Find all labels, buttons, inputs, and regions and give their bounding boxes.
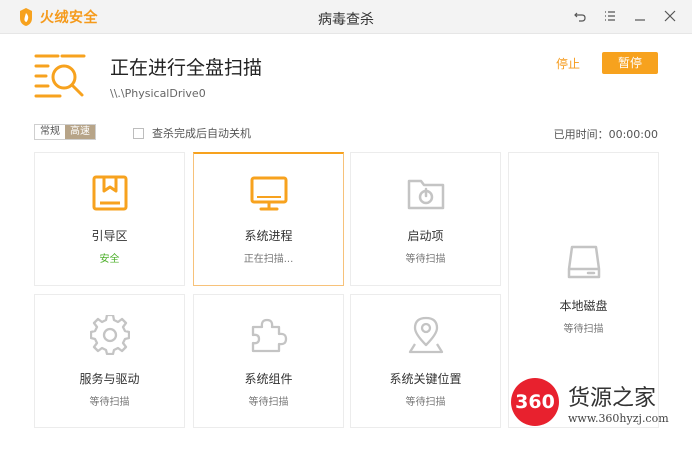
scan-title: 正在进行全盘扫描 <box>110 57 263 79</box>
back-button[interactable] <box>570 6 590 26</box>
scan-path: \\.\PhysicalDrive0 <box>110 87 206 100</box>
window-controls <box>570 6 680 26</box>
card-status: 等待扫描 <box>563 324 604 335</box>
card-system-components[interactable]: 系统组件 等待扫描 <box>193 294 344 428</box>
card-name: 系统关键位置 <box>389 372 462 386</box>
gear-icon <box>89 315 130 355</box>
card-status: 安全 <box>99 254 120 265</box>
monitor-icon <box>250 176 287 211</box>
card-name: 本地磁盘 <box>559 299 608 313</box>
pause-button[interactable]: 暂停 <box>602 52 658 74</box>
auto-shutdown-checkbox[interactable] <box>133 127 144 139</box>
card-status: 等待扫描 <box>405 254 446 265</box>
minimize-icon <box>635 19 645 21</box>
card-status: 等待扫描 <box>248 397 289 408</box>
card-status: 等待扫描 <box>89 397 130 408</box>
card-name: 系统组件 <box>244 372 293 386</box>
location-pin-icon <box>408 316 443 354</box>
watermark: 360 货源之家 www.360hyzj.com <box>511 378 691 430</box>
menu-button[interactable] <box>600 6 620 26</box>
disk-icon <box>567 245 600 279</box>
watermark-badge-text: 360 <box>515 391 555 413</box>
power-folder-icon <box>407 179 444 210</box>
card-startup-items[interactable]: 启动项 等待扫描 <box>350 152 501 286</box>
menu-icon <box>605 11 615 21</box>
card-name: 系统进程 <box>244 229 293 243</box>
watermark-url: www.360hyzj.com <box>568 412 669 425</box>
mode-fast-option[interactable]: 高速 <box>65 125 95 139</box>
card-key-system-locations[interactable]: 系统关键位置 等待扫描 <box>350 294 501 428</box>
puzzle-icon <box>251 318 287 353</box>
card-boot-sector[interactable]: 引导区 安全 <box>34 152 185 286</box>
card-services-drivers[interactable]: 服务与驱动 等待扫描 <box>34 294 185 428</box>
card-name: 服务与驱动 <box>79 372 140 386</box>
elapsed-time: 已用时间：00:00:00 <box>553 128 658 141</box>
scan-magnifier-icon <box>34 54 86 98</box>
watermark-badge: 360 <box>511 378 559 426</box>
stop-button[interactable]: 停止 <box>548 54 588 74</box>
auto-shutdown-label: 查杀完成后自动关机 <box>152 127 251 140</box>
watermark-name: 货源之家 <box>568 386 657 411</box>
card-system-process[interactable]: 系统进程 正在扫描... <box>193 152 344 286</box>
scan-mode-toggle: 常规 高速 <box>34 124 96 140</box>
bookmark-box-icon <box>92 175 127 211</box>
card-name: 引导区 <box>91 229 128 243</box>
card-status: 等待扫描 <box>405 397 446 408</box>
mode-normal-option[interactable]: 常规 <box>35 125 65 139</box>
card-status: 正在扫描... <box>243 254 294 265</box>
undo-arrow-icon <box>574 12 586 22</box>
card-name: 启动项 <box>407 229 444 243</box>
minimize-button[interactable] <box>630 6 650 26</box>
close-icon <box>664 10 676 22</box>
auto-shutdown-option[interactable]: 查杀完成后自动关机 <box>133 125 251 141</box>
title-bar: 火绒安全 病毒查杀 <box>0 0 692 34</box>
close-button[interactable] <box>660 6 680 26</box>
